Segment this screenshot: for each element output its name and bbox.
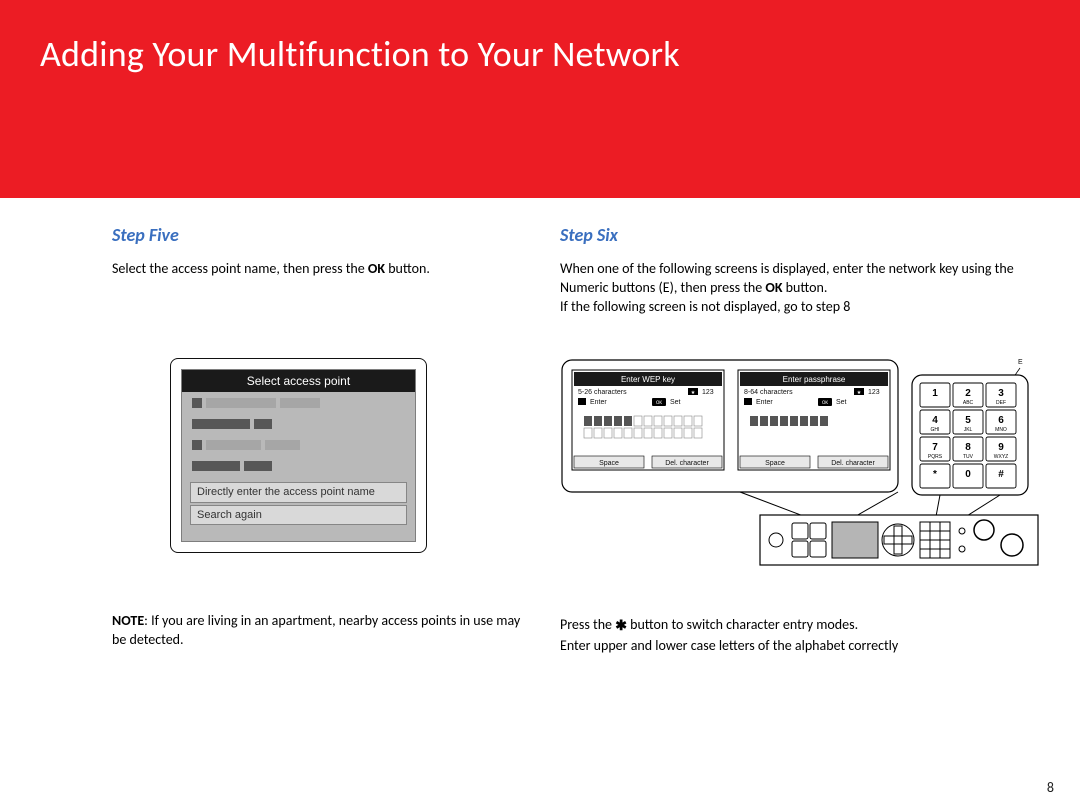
keypad-key-digit: 9 (998, 442, 1004, 453)
keypad-key-digit: 8 (965, 442, 971, 453)
step-six-footer: Press the ✱ button to switch character e… (560, 614, 1020, 656)
svg-text:★: ★ (691, 390, 696, 396)
step-six-heading: Step Six (560, 224, 1020, 246)
keypad-key-digit: 7 (932, 442, 938, 453)
header-bar: Adding Your Multifunction to Your Networ… (0, 0, 1080, 198)
keypad-key-digit: 6 (998, 415, 1004, 426)
list-item (192, 461, 405, 477)
keypad-key-digit: 5 (965, 415, 971, 426)
lcd-wep-cells (582, 414, 712, 442)
lcd-wep-ok: OK (656, 400, 662, 406)
keypad-key-letters: PQRS (928, 454, 943, 460)
option-search-again: Search again (190, 505, 407, 526)
step-five-body-pre: Select the access point name, then press… (112, 260, 368, 277)
lcd-wep: Enter WEP key 5-26 characters ★ 123 Ente… (572, 370, 724, 470)
lcd-wep-title: Enter WEP key (621, 375, 675, 384)
keypad-key-digit: 1 (932, 388, 938, 399)
network-key-svg: E Enter WEP key 5-26 characters ★ 123 En… (560, 350, 1040, 570)
lcd-pass-mode: 123 (868, 389, 880, 396)
lcd-wep-set: Set (670, 399, 681, 406)
step-six-body: When one of the following screens is dis… (560, 260, 1020, 317)
keypad-key-digit: 3 (998, 388, 1004, 399)
svg-text:★: ★ (857, 390, 862, 396)
post-post: button to switch character entry modes. (627, 616, 858, 633)
list-item (192, 419, 405, 435)
step-five-note: NOTE: If you are living in an apartment,… (112, 612, 532, 650)
keypad-key-letters: MNO (995, 427, 1007, 433)
lcd-pass-space: Space (765, 460, 785, 467)
lcd-wep-mode: 123 (702, 389, 714, 396)
lcd-pass-ok: OK (822, 400, 828, 406)
list-item (192, 398, 405, 414)
ok-label: OK (765, 279, 782, 296)
access-point-list (182, 392, 415, 477)
option-direct-entry: Directly enter the access point name (190, 482, 407, 503)
page: Adding Your Multifunction to Your Networ… (0, 0, 1080, 810)
post-pre: Press the (560, 616, 615, 633)
lcd-pass-del: Del. character (831, 460, 875, 467)
step-six-body-post: button. (783, 279, 828, 296)
lcd-passphrase: Enter passphrase 8-64 characters ★ 123 E… (738, 370, 890, 470)
post-line2: Enter upper and lower case letters of th… (560, 637, 898, 654)
column-right: Step Six When one of the following scree… (560, 224, 1020, 317)
keypad-key-letters: JKL (964, 427, 973, 433)
keypad-key-digit: * (933, 469, 937, 480)
lcd-wep-space: Space (599, 460, 619, 467)
lcd-screen: Select access point Directly enter the a… (181, 369, 416, 542)
list-item (192, 440, 405, 456)
step-five-body: Select the access point name, then press… (112, 260, 532, 279)
keypad-key-letters: GHI (931, 427, 940, 433)
figure-network-key: E Enter WEP key 5-26 characters ★ 123 En… (560, 350, 1040, 570)
ok-label: OK (368, 260, 385, 277)
keypad-key-letters: ABC (963, 400, 974, 406)
keypad-key-digit: 0 (965, 469, 971, 480)
keypad-key-digit: 2 (965, 388, 971, 399)
column-left: Step Five Select the access point name, … (112, 224, 532, 279)
lcd-pass-title: Enter passphrase (783, 375, 846, 384)
keypad-key-letters: WXYZ (994, 454, 1008, 460)
page-title: Adding Your Multifunction to Your Networ… (40, 32, 680, 76)
lcd-title: Select access point (182, 370, 415, 392)
keypad-key-digit: # (998, 469, 1004, 480)
step-six-body-line2: If the following screen is not displayed… (560, 298, 850, 315)
lcd-pass-set: Set (836, 399, 847, 406)
lcd-pass-enter: Enter (756, 399, 773, 406)
keypad-key-digit: 4 (932, 415, 938, 426)
printer-panel (760, 515, 1038, 565)
keypad-key-letters: DEF (996, 400, 1006, 406)
lcd-pass-charinfo: 8-64 characters (744, 389, 793, 396)
star-icon: ✱ (615, 615, 627, 636)
lcd-wep-charinfo: 5-26 characters (578, 389, 627, 396)
note-label: NOTE (112, 612, 144, 629)
figure-select-access-point: Select access point Directly enter the a… (170, 358, 427, 553)
step-five-heading: Step Five (112, 224, 532, 246)
step-five-body-post: button. (385, 260, 430, 277)
lcd-wep-del: Del. character (665, 460, 709, 467)
page-number: 8 (1047, 779, 1054, 796)
lcd-wep-enter: Enter (590, 399, 607, 406)
label-e: E (1018, 359, 1023, 366)
keypad-key-letters: TUV (963, 454, 974, 460)
note-body: : If you are living in an apartment, nea… (112, 612, 520, 648)
